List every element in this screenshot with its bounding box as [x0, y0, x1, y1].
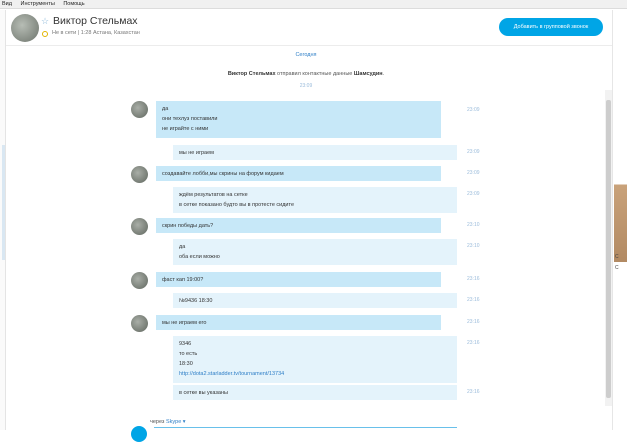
system-message-time: 23:09	[299, 83, 313, 89]
system-message-sender[interactable]: Виктор Стельмах	[228, 71, 276, 77]
message-bubble[interactable]: №9436 18:30	[173, 293, 457, 308]
message-bubble[interactable]: 9346 то есть 18:30 http://dota2.starladd…	[173, 336, 457, 383]
message-time: 23:09	[467, 170, 480, 176]
message-line: оба если можно	[179, 254, 220, 260]
message-line: 9346	[179, 341, 192, 347]
message-avatar[interactable]	[131, 101, 148, 118]
message-time: 23:10	[467, 222, 480, 228]
message-bubble[interactable]: в сетке вы указаны	[173, 385, 457, 400]
send-via-prefix: через	[150, 419, 166, 425]
message-line: да	[162, 106, 169, 112]
date-separator: Сегодня	[295, 52, 317, 58]
send-via-label: через Skype ▾	[150, 419, 186, 425]
message-bubble[interactable]: создавайте лобби,мы скрины на форум кида…	[156, 166, 441, 181]
message-avatar[interactable]	[131, 315, 148, 332]
message-avatar[interactable]	[131, 218, 148, 235]
my-avatar[interactable]	[131, 426, 147, 442]
side-text-fragment: С	[615, 265, 619, 271]
message-time: 23:16	[467, 340, 480, 346]
message-line: в сетке показано будто вы в протесте сид…	[179, 202, 295, 208]
message-line: фаст кап 19:00?	[162, 277, 204, 283]
contact-avatar[interactable]	[11, 14, 39, 42]
message-time: 23:16	[467, 297, 480, 303]
contact-name[interactable]: Виктор Стельмах	[53, 15, 138, 27]
message-time: 23:09	[467, 107, 480, 113]
message-bubble[interactable]: скрин победы дать?	[156, 218, 441, 233]
message-bubble[interactable]: ждём результатов на сетке в сетке показа…	[173, 187, 457, 213]
message-line: скрин победы дать?	[162, 223, 214, 229]
message-time: 23:09	[467, 149, 480, 155]
chat-scrollbar-thumb[interactable]	[606, 100, 611, 398]
chat-scrollbar[interactable]	[605, 90, 612, 406]
menu-tools[interactable]: Инструменты	[20, 1, 54, 7]
message-line: 18:30	[179, 361, 193, 367]
contact-status: Не в сети | 1:28 Астана, Казахстан	[52, 30, 140, 36]
message-bubble[interactable]: фаст кап 19:00?	[156, 272, 441, 287]
side-text-fragment: С	[615, 254, 619, 260]
message-line: ждём результатов на сетке	[179, 192, 248, 198]
message-avatar[interactable]	[131, 166, 148, 183]
message-time: 23:09	[467, 191, 480, 197]
menu-view[interactable]: Вид	[2, 1, 12, 7]
system-message-text: отправил контактные данные	[275, 71, 354, 77]
message-link[interactable]: http://dota2.starladder.tv/tournament/13…	[179, 369, 451, 379]
conversation-header: ☆ Виктор Стельмах Не в сети | 1:28 Астан…	[6, 10, 612, 46]
message-avatar[interactable]	[131, 272, 148, 289]
message-line: в сетке вы указаны	[179, 390, 228, 396]
add-to-group-call-button[interactable]: Добавить в групповой звонок	[499, 18, 603, 36]
message-time: 23:16	[467, 276, 480, 282]
menu-help[interactable]: Помощь	[63, 1, 84, 7]
system-message-end: .	[382, 71, 385, 77]
status-offline-icon	[42, 31, 48, 37]
message-time: 23:16	[467, 389, 480, 395]
message-bubble[interactable]: мы не играем его	[156, 315, 441, 330]
message-line: не играйте с ними	[162, 126, 209, 132]
message-time: 23:10	[467, 243, 480, 249]
system-message: Виктор Стельмах отправил контактные данн…	[6, 71, 606, 77]
message-line: да	[179, 244, 186, 250]
left-panel-scroll-indicator[interactable]	[2, 145, 5, 260]
message-time: 23:16	[467, 319, 480, 325]
favorite-star-icon[interactable]: ☆	[41, 16, 49, 27]
message-line: они техлуз поставили	[162, 116, 218, 122]
message-line: мы не играем	[179, 150, 214, 156]
side-preview-image[interactable]	[614, 172, 627, 262]
send-via-service-dropdown[interactable]: Skype ▾	[166, 419, 186, 425]
message-input[interactable]	[154, 427, 457, 433]
message-bubble[interactable]: да они техлуз поставили не играйте с ним…	[156, 101, 441, 138]
chat-area: Сегодня Виктор Стельмах отправил контакт…	[6, 46, 612, 430]
message-line: создавайте лобби,мы скрины на форум кида…	[162, 171, 284, 177]
message-line: то есть	[179, 351, 198, 357]
message-line: мы не играем его	[162, 320, 207, 326]
message-bubble[interactable]: да оба если можно	[173, 239, 457, 265]
system-message-contact[interactable]: Шамсудин	[354, 71, 383, 77]
right-side-pane: С С	[612, 10, 627, 430]
menu-bar: Вид Инструменты Помощь	[0, 0, 627, 9]
message-bubble[interactable]: мы не играем	[173, 145, 457, 160]
message-line: №9436 18:30	[179, 298, 213, 304]
